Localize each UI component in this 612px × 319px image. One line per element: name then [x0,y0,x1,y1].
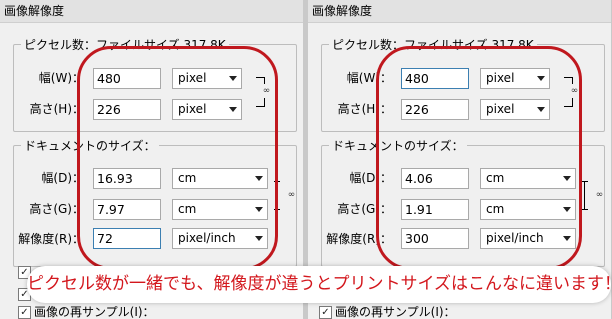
annotation-banner: ピクセル数が一緒でも、解像度が違うとプリントサイズはこんなに違います！！ [27,266,612,303]
link-chain-icon: ∞ [287,188,296,202]
resolution-label: 解像度(R)： [18,232,84,246]
resample-checkbox[interactable]: ✓ [18,306,31,319]
width-label: 幅(W)： [38,71,84,85]
height-label: 高さ(H)： [29,102,84,116]
highlight-circle-left [77,46,278,270]
annotation-text: ピクセル数が一緒でも、解像度が違うとプリントサイズはこんなに違います！！ [27,274,612,294]
dialog-title: 画像解像度 [308,0,611,23]
resample-label: 画像の再サンプル(I)： [34,305,155,319]
highlight-circle-right [376,46,582,270]
link-chain-icon: ∞ [595,188,604,202]
doc-bracket [584,181,589,209]
doc-height-label: 高さ(G)： [29,202,84,216]
bracket-tick [582,209,588,210]
dialog-title: 画像解像度 [0,0,303,23]
resample-checkbox[interactable]: ✓ [319,306,332,319]
doc-width-label: 幅(D)： [41,171,84,185]
resample-label: 画像の再サンプル(I)： [335,305,456,319]
